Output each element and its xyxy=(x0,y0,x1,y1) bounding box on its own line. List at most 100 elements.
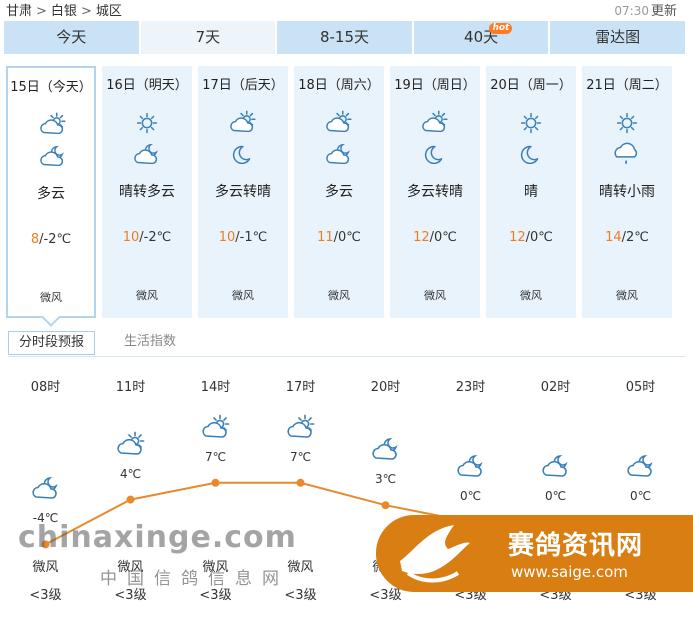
partly-cloudy-day-icon xyxy=(324,108,354,138)
update-label: 更新 xyxy=(650,4,677,19)
sun-icon xyxy=(612,108,642,138)
breadcrumb: 甘肃 > 白银 > 城区 xyxy=(6,0,122,19)
tab-hourly-forecast[interactable]: 分时段预报 xyxy=(8,331,96,355)
hour-time: 11时 xyxy=(115,380,146,395)
tab-radar[interactable]: 雷达图 xyxy=(550,21,685,54)
day-temperature: 10/-1℃ xyxy=(198,230,288,245)
hour-wind: 微风 xyxy=(32,560,59,575)
breadcrumb-district: 城区 xyxy=(95,4,122,19)
day-wind: 微风 xyxy=(520,289,542,302)
sun-icon xyxy=(132,108,162,138)
day-low: /-2℃ xyxy=(139,230,172,245)
breadcrumb-separator: > xyxy=(36,4,47,19)
day-condition: 多云 xyxy=(37,186,65,202)
hour-temperature: 0℃ xyxy=(629,489,652,503)
hot-badge: hot xyxy=(489,23,513,34)
partly-cloudy-day-icon xyxy=(200,413,232,443)
tab-label: 8-15天 xyxy=(319,28,369,46)
day-low: /2℃ xyxy=(621,230,649,245)
day-wind: 微风 xyxy=(424,289,446,302)
update-info: 07:30 更新 xyxy=(614,0,677,19)
hour-temperature: 0℃ xyxy=(544,489,567,503)
tab-40-days[interactable]: 40天 hot xyxy=(413,21,549,54)
day-condition: 晴转多云 xyxy=(119,184,175,200)
update-time: 07:30 xyxy=(614,4,649,18)
hour-time: 02时 xyxy=(540,380,571,395)
day-date: 21日（周二） xyxy=(586,78,668,93)
day-date: 16日（明天） xyxy=(106,78,188,93)
day-temperature: 12/0℃ xyxy=(390,230,480,245)
hour-temperature: 0℃ xyxy=(459,489,482,503)
day-card[interactable]: 21日（周二） 晴转小雨 14/2℃ 微风 xyxy=(582,66,672,318)
day-low: /0℃ xyxy=(333,230,361,245)
day-date: 20日（周一） xyxy=(490,78,572,93)
day-wind: 微风 xyxy=(328,289,350,302)
moon-icon xyxy=(420,140,450,170)
day-wind: 微风 xyxy=(136,289,158,302)
tab-life-index[interactable]: 生活指数 xyxy=(114,331,186,355)
moon-icon xyxy=(516,140,546,170)
breadcrumb-province[interactable]: 甘肃 xyxy=(6,4,32,19)
saige-logo: 赛鸽资讯网 www.saige.com xyxy=(376,515,693,592)
logo-url: www.saige.com xyxy=(511,563,628,581)
sub-tabs: 分时段预报 生活指数 xyxy=(8,331,688,357)
pigeon-logo-icon xyxy=(400,525,470,583)
partly-cloudy-night-icon xyxy=(132,140,162,170)
day-condition: 多云 xyxy=(325,184,353,200)
day-high: 8 xyxy=(30,232,40,247)
partly-cloudy-night-icon xyxy=(455,452,487,482)
day-high: 12 xyxy=(509,230,526,245)
hour-time: 17时 xyxy=(285,380,316,395)
day-date: 17日（后天） xyxy=(202,78,284,93)
day-high: 14 xyxy=(605,230,622,245)
tab-7-days[interactable]: 7天 xyxy=(140,21,276,54)
day-high: 10 xyxy=(218,230,236,245)
day-high: 12 xyxy=(413,230,430,245)
hour-time: 23时 xyxy=(455,380,486,395)
partly-cloudy-night-icon xyxy=(38,142,68,172)
day-date: 19日（周日） xyxy=(394,78,476,93)
day-temperature: 12/0℃ xyxy=(486,230,576,245)
hour-temperature: 3℃ xyxy=(374,472,397,487)
day-low: /-2℃ xyxy=(39,232,72,247)
tab-label: 7天 xyxy=(195,28,221,46)
hour-temperature: 7℃ xyxy=(289,449,312,464)
partly-cloudy-day-icon xyxy=(228,108,258,138)
tab-label: 今天 xyxy=(56,28,87,46)
partly-cloudy-day-icon xyxy=(38,110,68,140)
hour-temperature: 4℃ xyxy=(119,466,142,481)
day-date: 15日（今天） xyxy=(10,80,92,95)
day-condition: 晴 xyxy=(524,184,538,200)
top-bar: 甘肃 > 白银 > 城区 07:30 更新 xyxy=(0,0,693,19)
partly-cloudy-day-icon xyxy=(285,413,317,443)
day-low: /0℃ xyxy=(525,230,553,245)
day-card[interactable]: 18日（周六） 多云 11/0℃ 微风 xyxy=(294,66,384,318)
day-low: /-1℃ xyxy=(235,230,268,245)
partly-cloudy-night-icon xyxy=(370,435,402,465)
breadcrumb-city[interactable]: 白银 xyxy=(51,4,77,19)
tab-8-15-days[interactable]: 8-15天 xyxy=(277,21,412,54)
day-card[interactable]: 16日（明天） 晴转多云 10/-2℃ 微风 xyxy=(102,66,192,318)
day-temperature: 10/-2℃ xyxy=(102,230,192,245)
light-rain-night-icon xyxy=(612,140,642,170)
day-temperature: 11/0℃ xyxy=(294,230,384,245)
day-temperature: 8/-2℃ xyxy=(8,232,94,247)
partly-cloudy-day-icon xyxy=(115,430,147,460)
partly-cloudy-night-icon xyxy=(625,452,657,482)
partly-cloudy-night-icon xyxy=(30,474,62,504)
hour-time: 05时 xyxy=(625,380,656,395)
day-temperature: 14/2℃ xyxy=(582,230,672,245)
day-card[interactable]: 20日（周一） 晴 12/0℃ 微风 xyxy=(486,66,576,318)
day-high: 10 xyxy=(122,230,140,245)
sun-icon xyxy=(516,108,546,138)
day-card[interactable]: 17日（后天） 多云转晴 10/-1℃ 微风 xyxy=(198,66,288,318)
hour-time: 08时 xyxy=(30,380,61,395)
hour-wind-level: <3级 xyxy=(29,588,62,603)
day-wind: 微风 xyxy=(40,291,62,304)
watermark-text-cn: 中国信鸽信息网 xyxy=(100,569,289,589)
day-card[interactable]: 19日（周日） 多云转晴 12/0℃ 微风 xyxy=(390,66,480,318)
day-wind: 微风 xyxy=(232,289,254,302)
divider xyxy=(8,356,686,357)
tab-today[interactable]: 今天 xyxy=(4,21,139,54)
day-card[interactable]: 15日（今天） 多云 8/-2℃ 微风 xyxy=(6,66,96,327)
